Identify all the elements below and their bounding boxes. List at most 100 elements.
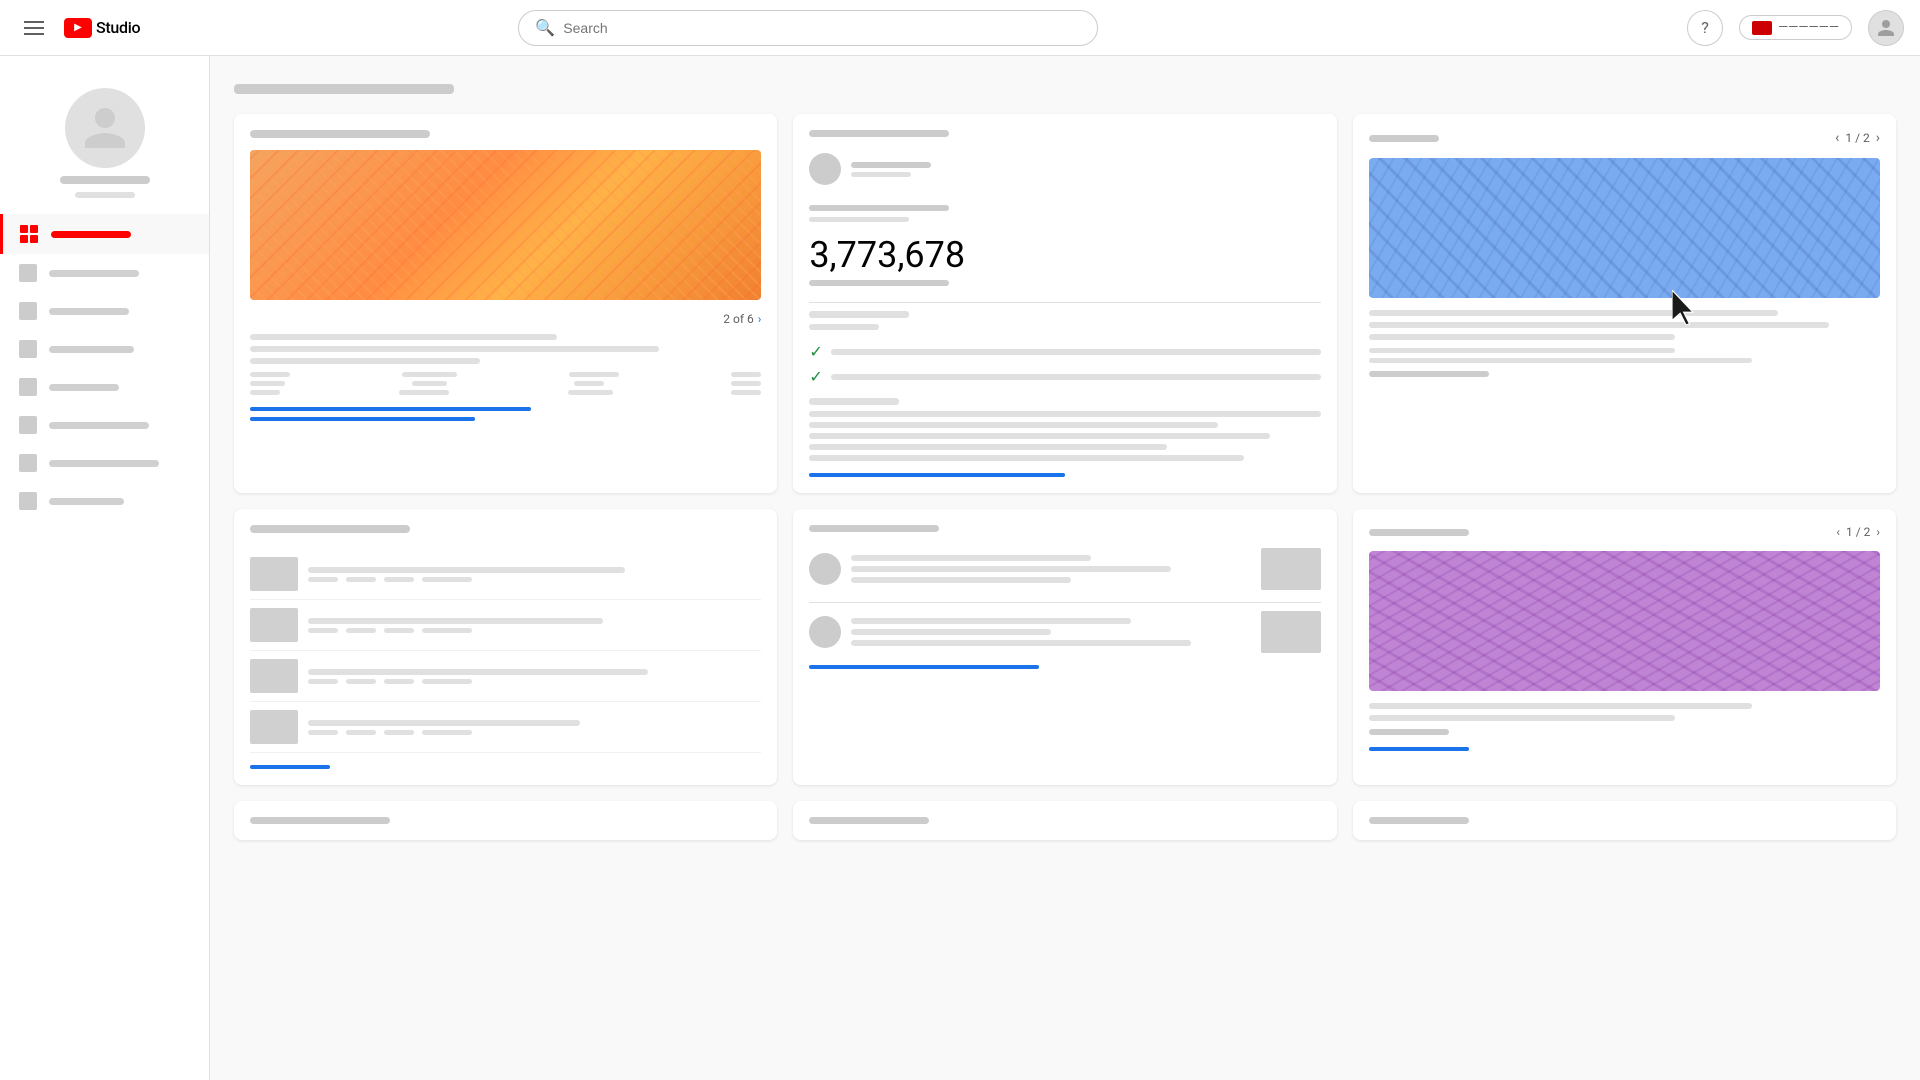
progress-bar-2	[250, 417, 475, 421]
list-thumb-1	[250, 557, 298, 591]
list-content-4	[308, 720, 761, 735]
nav-icon-7	[19, 454, 37, 472]
card-6-nav-counter: 1 / 2	[1846, 525, 1870, 539]
lm-2a	[308, 628, 338, 633]
ct-1c	[851, 577, 1071, 583]
next-arrow[interactable]: ›	[1876, 130, 1880, 146]
blue-thumbnail	[1369, 158, 1880, 298]
sub-bar	[809, 324, 879, 330]
list-title	[250, 525, 410, 533]
nav-label-6	[49, 422, 149, 429]
m-bar-2	[809, 422, 1218, 428]
lm-1a	[308, 577, 338, 582]
comment-thumb-2	[1261, 611, 1321, 653]
nav-icon-3	[19, 302, 37, 320]
metric-label-9	[568, 390, 613, 395]
video-thumbnail	[250, 150, 761, 300]
prev-arrow[interactable]: ‹	[1835, 130, 1839, 146]
cards-grid: 2 of 6 ›	[234, 114, 1896, 840]
sidebar-item-2[interactable]	[0, 254, 209, 292]
check-bar-2	[831, 374, 1321, 380]
comment-avatar-2	[809, 616, 841, 648]
ml-2	[1369, 358, 1752, 363]
stat-number: 3,773,678	[809, 234, 1320, 276]
stat-label	[809, 280, 949, 286]
yt-icon	[64, 18, 92, 38]
card-stats: 3,773,678 ✓ ✓	[793, 114, 1336, 493]
desc-bar-3	[250, 358, 480, 364]
help-button[interactable]: ?	[1687, 10, 1723, 46]
comment-row-1	[809, 548, 1320, 590]
nav-icon-2	[19, 264, 37, 282]
sidebar-item-5[interactable]	[0, 368, 209, 406]
sidebar-item-8[interactable]	[0, 482, 209, 520]
comment-text-2	[851, 618, 1250, 646]
check-row-2: ✓	[809, 367, 1320, 386]
list-bar-4a	[308, 720, 580, 726]
ml-1	[1369, 348, 1676, 353]
bottom-title-3	[1369, 817, 1469, 824]
ct-1b	[851, 566, 1170, 572]
bottom-title-2	[809, 817, 929, 824]
sidebar-item-7[interactable]	[0, 444, 209, 482]
extra-section	[809, 398, 1320, 461]
desc-bar-1	[250, 334, 557, 340]
nav-icon-5	[19, 378, 37, 396]
m-bar-1	[809, 411, 1320, 417]
section-bar	[809, 311, 909, 318]
card-6-content-bars	[1369, 703, 1880, 721]
metric-row-1	[250, 372, 761, 377]
next-page-button[interactable]: ›	[758, 312, 762, 326]
check-icon-1: ✓	[809, 342, 822, 361]
comment-thumb-1	[1261, 548, 1321, 590]
flag-button[interactable]: ——————	[1739, 15, 1852, 40]
metric-label-6	[574, 381, 604, 386]
studio-label: Studio	[96, 18, 140, 37]
lm-1d	[422, 577, 472, 582]
search-input[interactable]	[563, 20, 1081, 36]
bottom-title-1	[250, 817, 390, 824]
sidebar-item-4[interactable]	[0, 330, 209, 368]
avatar-button[interactable]	[1868, 10, 1904, 46]
lm-1c	[384, 577, 414, 582]
card-bottom-3	[1353, 801, 1896, 840]
sidebar-channel-name	[60, 176, 150, 184]
card-6-prev-arrow[interactable]: ‹	[1836, 525, 1840, 539]
menu-button[interactable]	[16, 13, 52, 43]
dashboard-icon	[19, 224, 39, 244]
list-item-2	[250, 600, 761, 651]
progress-bars	[250, 407, 761, 421]
list-content-1	[308, 567, 761, 582]
metric-val-2	[731, 381, 761, 386]
header-left: Studio	[16, 13, 216, 43]
nav-icon-6	[19, 416, 37, 434]
sidebar-item-6[interactable]	[0, 406, 209, 444]
card-community	[793, 509, 1336, 785]
card-nav: ‹ 1 / 2 ›	[1369, 130, 1880, 146]
c6-bar-1	[1369, 703, 1752, 709]
ct-2a	[851, 618, 1131, 624]
list-metrics-1	[308, 577, 761, 582]
list-item-3	[250, 651, 761, 702]
desc-bars	[250, 334, 761, 364]
nav-label-4	[49, 346, 134, 353]
list-thumb-4	[250, 710, 298, 744]
avatar-name	[851, 162, 931, 168]
sidebar-item-dashboard[interactable]	[0, 214, 209, 254]
ct-2b	[851, 629, 1051, 635]
sidebar-item-3[interactable]	[0, 292, 209, 330]
nav-label-5	[49, 384, 119, 391]
nav-counter: 1 / 2	[1845, 131, 1869, 145]
search-bar[interactable]: 🔍	[518, 10, 1098, 46]
card-6-next-arrow[interactable]: ›	[1876, 525, 1880, 539]
list-bar-3a	[308, 669, 648, 675]
card-list	[234, 509, 777, 785]
nav-icon-8	[19, 492, 37, 510]
card-header	[809, 130, 949, 137]
nav-icon-4	[19, 340, 37, 358]
list-metrics-2	[308, 628, 761, 633]
nav-label	[1369, 135, 1439, 142]
flag-label: ——————	[1778, 20, 1839, 35]
avatar-text	[851, 162, 931, 177]
check-rows: ✓ ✓	[809, 342, 1320, 386]
